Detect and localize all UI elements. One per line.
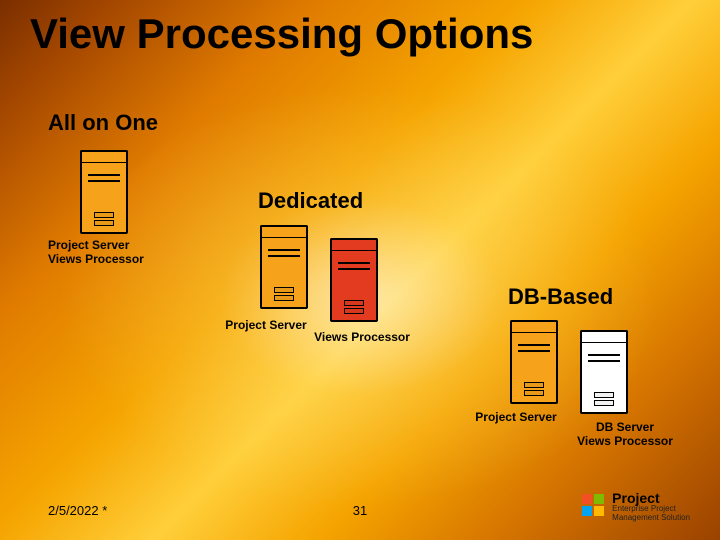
footer-date: 2/5/2022 * [48, 503, 107, 518]
section-db-based-label: DB-Based [508, 284, 613, 310]
caption-db-based-server1: Project Server [466, 410, 566, 424]
caption-db-based-server2: DB Server Views Processor [560, 420, 690, 449]
caption-dedicated-server2: Views Processor [302, 330, 422, 344]
product-logo: Project Enterprise Project Management So… [582, 491, 690, 522]
section-all-on-one-label: All on One [48, 110, 158, 136]
footer-page-number: 31 [353, 503, 367, 518]
server-icon [580, 330, 628, 414]
caption-dedicated-server1: Project Server [216, 318, 316, 332]
server-icon [510, 320, 558, 404]
server-icon [260, 225, 308, 309]
server-icon [330, 238, 378, 322]
caption-all-on-one-server: Project Server Views Processor [48, 238, 168, 267]
logo-product-name: Project [612, 491, 690, 506]
ms-office-icon [582, 494, 606, 518]
section-dedicated-label: Dedicated [258, 188, 363, 214]
slide-title: View Processing Options [30, 10, 533, 58]
server-icon [80, 150, 128, 234]
logo-subtitle: Enterprise Project Management Solution [612, 505, 690, 522]
slide: View Processing Options All on One Proje… [0, 0, 720, 540]
